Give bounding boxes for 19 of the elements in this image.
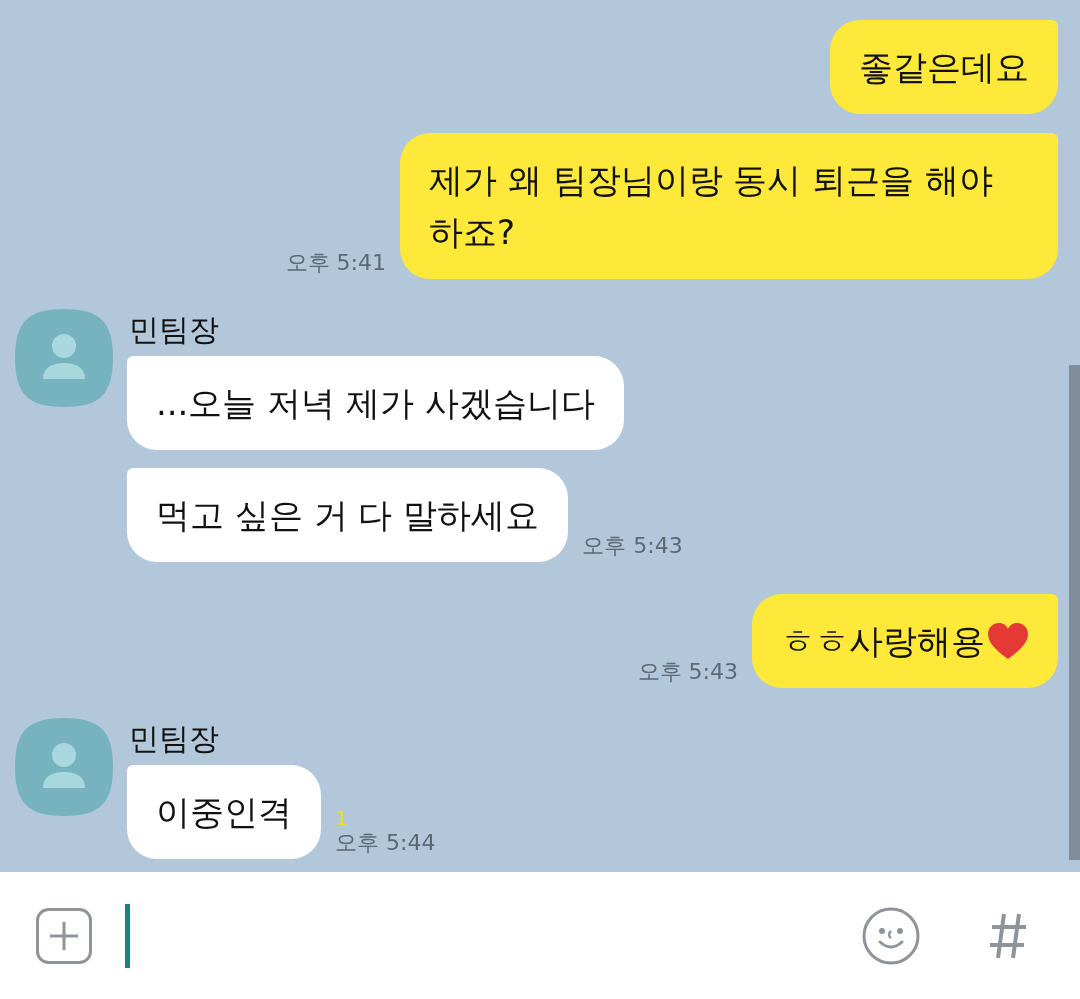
avatar-icon[interactable] [15,718,113,816]
message-time: 오후 5:44 [335,829,436,857]
hash-icon[interactable] [988,911,1028,960]
message-time: 오후 5:43 [637,658,738,686]
message-text: ㅎㅎ사랑해용 [781,620,985,663]
message-time: 오후 5:41 [285,249,386,277]
message-time: 오후 5:43 [582,532,683,560]
avatar-icon[interactable] [15,309,113,407]
unread-count: 1 [335,807,348,829]
message-text: 제가 왜 팀장님이랑 동시 퇴근을 해야 하죠? [429,159,995,254]
scrollbar[interactable] [1069,365,1080,860]
message-text: 이중인격 [156,791,292,834]
message-text: 좋같은데요 [859,46,1029,89]
message-text: 먹고 싶은 거 다 말하세요 [156,494,540,537]
message-text: ...오늘 저녁 제가 사겠습니다 [156,382,595,425]
sender-name: 민팀장 [129,312,219,348]
smiley-icon[interactable] [862,906,920,965]
sender-name: 민팀장 [129,721,219,757]
plus-icon[interactable] [36,907,92,964]
